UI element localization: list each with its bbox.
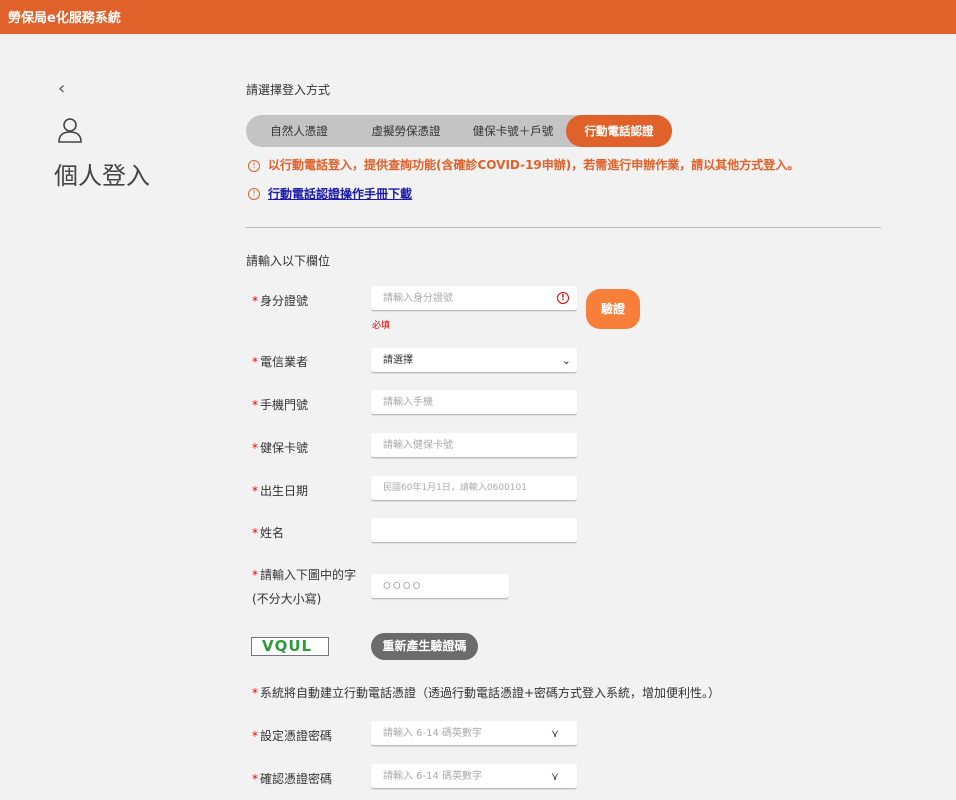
manual-download-link[interactable]: 行動電話認證操作手冊下載 (268, 187, 412, 201)
auto-cert-notice: 系統將自動建立行動電話憑證（透過行動電話憑證+密碼方式登入系統，增加便利性。） (260, 686, 721, 700)
carrier-label: 電信業者 (260, 355, 309, 369)
name-label: 姓名 (260, 526, 285, 540)
id-error: 必填 (372, 321, 391, 331)
app-header: 勞保局e化服務系統 (0, 0, 956, 34)
required-mark: * (252, 355, 258, 369)
carrier-select[interactable]: 請選擇 ⌄ (371, 348, 577, 373)
password-input[interactable]: 請輸入 6-14 碼英數字 ⋎ (371, 721, 577, 746)
password-placeholder: 請輸入 6-14 碼英數字 (383, 728, 483, 739)
chevron-down-icon: ⌄ (561, 354, 571, 367)
required-mark: * (252, 441, 258, 455)
confirm-password-label: 確認憑證密碼 (260, 772, 333, 786)
login-method-tabs: 自然人憑證 虛擬勞保憑證 健保卡號＋戶號 行動電話認證 (246, 115, 672, 147)
section-label: 請輸入以下欄位 (246, 254, 331, 268)
mobile-login-notice: 以行動電話登入，提供查詢功能(含確診COVID-19申辦)，若需進行申辦作業，請… (268, 158, 800, 172)
error-icon: ! (557, 292, 569, 304)
birth-label: 出生日期 (260, 484, 309, 498)
login-method-label: 請選擇登入方式 (246, 83, 331, 97)
name-input[interactable] (371, 518, 577, 543)
tab-citizen-cert[interactable]: 自然人憑證 (246, 115, 352, 147)
info-icon: ! (248, 187, 260, 200)
required-mark: * (252, 772, 258, 786)
eye-closed-icon[interactable]: ⋎ (551, 721, 559, 746)
regenerate-captcha-button[interactable]: 重新產生驗證碼 (371, 633, 478, 660)
page-title: 個人登入 (54, 162, 150, 190)
required-mark: * (252, 729, 258, 743)
required-mark: * (252, 294, 258, 308)
eye-closed-icon[interactable]: ⋎ (551, 764, 559, 789)
carrier-value: 請選擇 (383, 355, 413, 366)
verify-button[interactable]: 驗證 (586, 289, 640, 329)
phone-label: 手機門號 (260, 398, 309, 412)
tab-virtual-cert[interactable]: 虛擬勞保憑證 (352, 115, 460, 147)
captcha-input[interactable]: OOOO (371, 574, 509, 599)
required-mark: * (252, 398, 258, 412)
back-icon[interactable]: ‹ (58, 78, 65, 99)
confirm-password-input[interactable]: 請輸入 6-14 碼英數字 ⋎ (371, 764, 577, 789)
phone-input[interactable]: 請輸入手機 (371, 390, 577, 415)
tab-mobile[interactable]: 行動電話認證 (566, 115, 672, 147)
user-icon (58, 118, 82, 143)
captcha-image: VQUL (251, 637, 329, 656)
info-icon: ! (248, 159, 260, 172)
id-label: 身分證號 (260, 294, 309, 308)
tab-nhi-card[interactable]: 健保卡號＋戶號 (460, 115, 566, 147)
confirm-password-placeholder: 請輸入 6-14 碼英數字 (383, 771, 483, 782)
required-mark: * (252, 568, 258, 582)
id-input[interactable]: 請輸入身分證號! (371, 286, 577, 311)
required-mark: * (252, 484, 258, 498)
divider (246, 227, 881, 228)
birth-input[interactable]: 民國60年1月1日，請輸入0600101 (371, 476, 577, 501)
captcha-sublabel: (不分大小寫) (252, 592, 322, 606)
captcha-label: 請輸入下圖中的字 (260, 568, 357, 582)
password-label: 設定憑證密碼 (260, 729, 333, 743)
nhi-input[interactable]: 請輸入健保卡號 (371, 433, 577, 458)
nhi-label: 健保卡號 (260, 441, 309, 455)
required-mark: * (252, 526, 258, 540)
required-mark: * (252, 686, 258, 700)
id-placeholder: 請輸入身分證號 (383, 293, 453, 304)
